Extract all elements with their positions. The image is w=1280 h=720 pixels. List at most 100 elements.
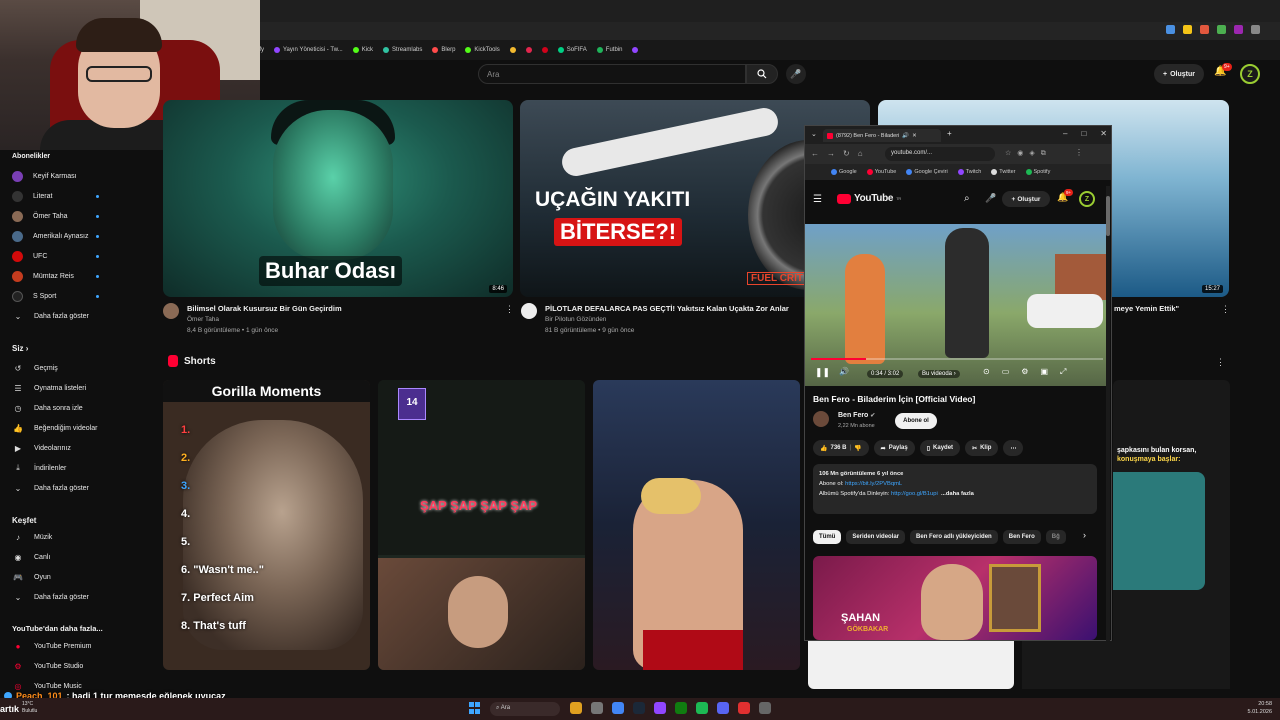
like-button[interactable]: 👍 736 B | 👎 bbox=[813, 440, 869, 456]
chip-uploader[interactable]: Ben Fero adlı yükleyiciden bbox=[910, 530, 998, 544]
extension-icons[interactable]: ☆◉◈⧉ bbox=[1005, 149, 1052, 158]
save-button[interactable]: ▯ Kaydet bbox=[919, 440, 961, 456]
miniplayer-icon[interactable]: ▣ bbox=[1040, 367, 1048, 377]
bookmark-item[interactable] bbox=[509, 47, 516, 53]
video-channel[interactable]: Ömer Taha bbox=[187, 316, 219, 323]
minimize-icon[interactable]: – bbox=[1063, 129, 1067, 138]
video-thumbnail[interactable]: Buhar Odası 8:46 bbox=[163, 100, 513, 297]
sidebar-item-mumtaz-reis[interactable]: Mümtaz Reis bbox=[12, 269, 112, 283]
short-card[interactable]: 14 ŞAP ŞAP ŞAP ŞAP bbox=[378, 380, 585, 670]
channel-name[interactable]: Ben Fero ✔ bbox=[838, 412, 875, 419]
new-tab-icon[interactable]: + bbox=[947, 129, 952, 138]
description-link[interactable]: https://bit.ly/2PVBqmL bbox=[845, 481, 902, 487]
sidebar-item-history[interactable]: ↺ Geçmiş bbox=[12, 361, 112, 375]
youtube-logo[interactable]: YouTube TR bbox=[837, 193, 901, 204]
chip-series[interactable]: Seriden videolar bbox=[846, 530, 906, 544]
bookmark-item[interactable] bbox=[541, 47, 548, 53]
voice-search-button[interactable]: 🎤 bbox=[786, 64, 806, 84]
sidebar-item-live[interactable]: ◉ Canlı bbox=[12, 550, 112, 564]
search-icon[interactable]: ⌕ bbox=[964, 193, 970, 204]
subscriptions-header[interactable]: Abonelikler bbox=[12, 153, 50, 160]
steam-icon[interactable] bbox=[633, 702, 645, 714]
fullscreen-icon[interactable]: ⤢ bbox=[1060, 367, 1066, 377]
short-card[interactable] bbox=[1022, 641, 1230, 689]
sidebar-item-omer-taha[interactable]: Ömer Taha bbox=[12, 209, 112, 223]
sidebar-item-playlists[interactable]: ☰ Oynatma listeleri bbox=[12, 381, 112, 395]
video-title[interactable]: PİLOTLAR DEFALARCA PAS GEÇTİ! Yakıtsız K… bbox=[545, 304, 790, 313]
video-description[interactable]: 106 Mn görüntüleme 6 yıl önce Abone ol: … bbox=[813, 464, 1097, 514]
sidebar-item-literat[interactable]: Literat bbox=[12, 189, 112, 203]
avatar[interactable]: Z bbox=[1240, 64, 1260, 84]
chip-ben-fero[interactable]: Ben Fero bbox=[1002, 530, 1041, 544]
bookmark-item[interactable] bbox=[525, 47, 532, 53]
video-channel[interactable]: Bir Pilotun Gözünden bbox=[545, 316, 606, 323]
taskbar-clock[interactable]: 20:58 5.01.2026 bbox=[1248, 700, 1272, 716]
app-icon[interactable] bbox=[654, 702, 666, 714]
bookmark-item[interactable]: Spotify bbox=[1025, 169, 1050, 175]
spotify-icon[interactable] bbox=[696, 702, 708, 714]
maximize-icon[interactable]: □ bbox=[1081, 129, 1086, 138]
address-bar[interactable]: youtube.com/... bbox=[885, 147, 995, 161]
chip-more[interactable]: Bğ bbox=[1045, 530, 1066, 544]
create-button[interactable]: + Oluştur bbox=[1002, 191, 1050, 207]
sidebar-show-more-explore[interactable]: ⌄ Daha fazla göster bbox=[12, 590, 112, 604]
bookmark-item[interactable]: Yayın Yöneticisi - Tw... bbox=[274, 47, 343, 53]
discord-icon[interactable] bbox=[717, 702, 729, 714]
show-more-link[interactable]: ...daha fazla bbox=[941, 491, 974, 497]
sidebar-item-youtube-studio[interactable]: ⚙ YouTube Studio bbox=[12, 659, 112, 673]
close-icon[interactable]: ✕ bbox=[912, 133, 917, 139]
menu-icon[interactable] bbox=[1251, 25, 1260, 34]
search-button[interactable] bbox=[746, 64, 778, 84]
bookmark-item[interactable]: YouTube bbox=[866, 169, 896, 175]
avatar[interactable]: Z bbox=[1079, 191, 1095, 207]
nav-buttons[interactable]: ←→↻⌂ bbox=[811, 149, 871, 158]
bookmark-item[interactable]: Twitch bbox=[957, 169, 981, 175]
related-video-thumbnail[interactable]: ŞAHAN GÖKBAKAR bbox=[813, 556, 1097, 640]
bookmark-item[interactable]: Streamlabs bbox=[383, 47, 422, 53]
sidebar-item-music[interactable]: ♪ Müzik bbox=[12, 530, 112, 544]
volume-icon[interactable]: 🔊 bbox=[839, 367, 849, 376]
video-progress-bar[interactable] bbox=[811, 358, 1103, 360]
bookmark-item[interactable]: Kick bbox=[352, 47, 373, 53]
sidebar-show-more-subscriptions[interactable]: ⌄ Daha fazla göster bbox=[12, 309, 112, 323]
video-player[interactable] bbox=[805, 224, 1107, 386]
chrome-icon[interactable] bbox=[612, 702, 624, 714]
sidebar-item-watch-later[interactable]: ◷ Daha sonra izle bbox=[12, 401, 112, 415]
more-options-icon[interactable]: ⋮ bbox=[505, 304, 514, 315]
short-card[interactable]: şapkasını bulan korsan, konuşmaya başlar: bbox=[1113, 380, 1230, 670]
bookmark-item[interactable]: Google bbox=[831, 169, 857, 175]
chapter-button[interactable]: Bu videoda › bbox=[918, 370, 960, 378]
video-title[interactable]: meye Yemin Ettik" bbox=[1114, 304, 1214, 313]
windows-start-icon[interactable] bbox=[469, 702, 481, 714]
bookmark-item[interactable]: Google Çeviri bbox=[906, 169, 948, 175]
sidebar-item-liked-videos[interactable]: 👍 Beğendiğim videolar bbox=[12, 421, 112, 435]
scrollbar-thumb[interactable] bbox=[1106, 196, 1110, 236]
more-options-icon[interactable]: ⋮ bbox=[1221, 304, 1230, 315]
extension-icon[interactable] bbox=[1200, 25, 1209, 34]
bookmark-item[interactable] bbox=[632, 47, 639, 53]
app-icon[interactable] bbox=[738, 702, 750, 714]
bookmark-item[interactable]: Twitter bbox=[991, 169, 1016, 175]
star-icon[interactable] bbox=[1183, 25, 1192, 34]
autoplay-toggle-icon[interactable]: ⊙ bbox=[983, 367, 990, 377]
chip-all[interactable]: Tümü bbox=[813, 530, 842, 544]
sidebar-item-your-videos[interactable]: ▶ Videolarınız bbox=[12, 441, 112, 455]
pause-icon[interactable]: ❚❚ bbox=[815, 367, 830, 378]
video-title[interactable]: Bilimsel Olarak Kusursuz Bir Gün Geçirdi… bbox=[187, 304, 497, 313]
tab-search-icon[interactable]: ⌄ bbox=[811, 130, 817, 138]
more-actions-button[interactable]: ⋯ bbox=[1003, 440, 1024, 456]
sidebar-item-s-sport[interactable]: S Sport bbox=[12, 289, 112, 303]
subtitles-icon[interactable]: ▭ bbox=[1002, 367, 1010, 377]
extension-icon[interactable] bbox=[1234, 25, 1243, 34]
short-card[interactable]: Gorilla Moments 1. 2. 3. 4. 5. 6. "Wasn'… bbox=[163, 380, 370, 670]
file-explorer-icon[interactable] bbox=[570, 702, 582, 714]
mic-icon[interactable]: 🎤 bbox=[985, 193, 996, 204]
menu-icon[interactable]: ⋮ bbox=[1075, 148, 1083, 157]
taskbar-search[interactable]: ⌕ Ara bbox=[490, 702, 560, 716]
short-card[interactable] bbox=[593, 380, 800, 670]
settings-icon[interactable]: ⚙ bbox=[1021, 367, 1028, 377]
thumbs-down-icon[interactable]: 👎 bbox=[854, 445, 861, 452]
you-header[interactable]: Siz › bbox=[12, 344, 28, 353]
sidebar-item-keyif-karmasi[interactable]: Keyif Karması bbox=[12, 169, 112, 183]
sidebar-show-more-you[interactable]: ⌄ Daha fazla göster bbox=[12, 481, 112, 495]
